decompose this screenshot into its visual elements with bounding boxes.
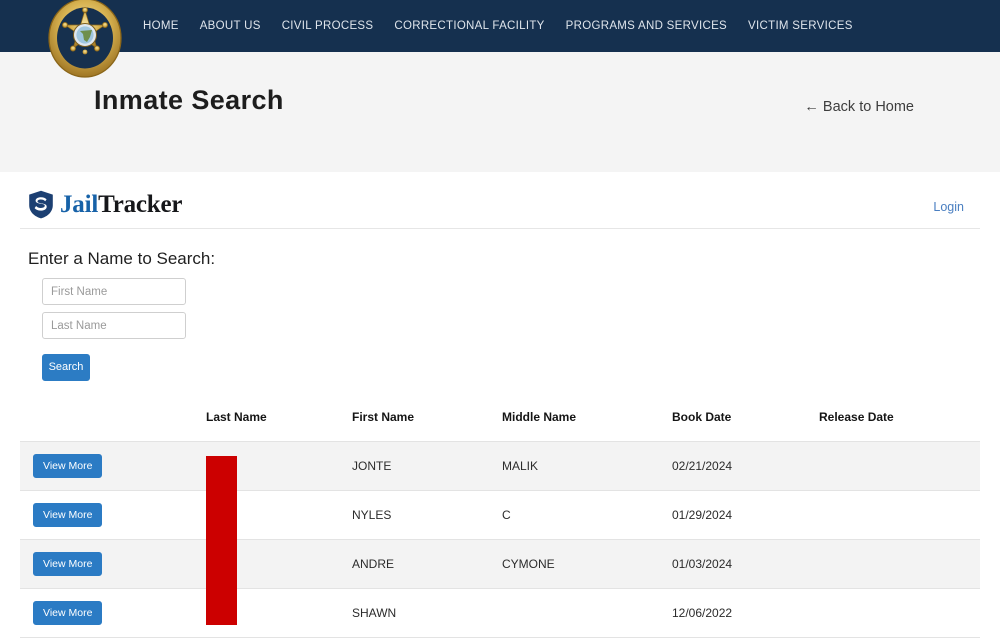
view-more-button[interactable]: View More — [33, 454, 102, 479]
logo-text-tracker: Tracker — [98, 191, 182, 218]
logo-text-jail: Jail — [60, 191, 98, 218]
cell-release-date — [819, 589, 980, 638]
results-table-container: Last Name First Name Middle Name Book Da… — [20, 410, 980, 638]
nav-item-civil-process[interactable]: CIVIL PROCESS — [282, 20, 374, 32]
cell-middle-name: CYMONE — [502, 540, 672, 589]
search-button[interactable]: Search — [42, 354, 90, 381]
first-name-input[interactable] — [42, 278, 186, 305]
jailtracker-header: JailTracker — [0, 172, 1000, 229]
cell-middle-name: C — [502, 491, 672, 540]
view-more-button[interactable]: View More — [33, 601, 102, 626]
main-nav-links: HOME ABOUT US CIVIL PROCESS CORRECTIONAL… — [143, 20, 853, 32]
page-title-band: Inmate Search ← Back to Home — [0, 52, 1000, 172]
table-row: View More SHAWN 12/06/2022 — [20, 589, 980, 638]
shield-icon — [28, 190, 54, 219]
column-header-first-name: First Name — [352, 410, 502, 442]
table-row: View More ANDRE CYMONE 01/03/2024 — [20, 540, 980, 589]
cell-book-date: 02/21/2024 — [672, 442, 819, 491]
back-to-home-link[interactable]: ← Back to Home — [804, 99, 914, 115]
view-more-button[interactable]: View More — [33, 552, 102, 577]
cell-release-date — [819, 442, 980, 491]
jailtracker-logo[interactable]: JailTracker — [28, 190, 182, 219]
cell-first-name: SHAWN — [352, 589, 502, 638]
cell-book-date: 01/29/2024 — [672, 491, 819, 540]
header-divider — [20, 228, 980, 229]
cell-release-date — [819, 491, 980, 540]
table-header-row: Last Name First Name Middle Name Book Da… — [20, 410, 980, 442]
cell-middle-name: MALIK — [502, 442, 672, 491]
page-title: Inmate Search — [94, 85, 284, 116]
cell-book-date: 01/03/2024 — [672, 540, 819, 589]
cell-first-name: NYLES — [352, 491, 502, 540]
view-more-button[interactable]: View More — [33, 503, 102, 528]
nav-item-about-us[interactable]: ABOUT US — [200, 20, 261, 32]
nav-item-home[interactable]: HOME — [143, 20, 179, 32]
last-name-input[interactable] — [42, 312, 186, 339]
nav-item-programs-and-services[interactable]: PROGRAMS AND SERVICES — [566, 20, 727, 32]
top-navigation-bar: HOME ABOUT US CIVIL PROCESS CORRECTIONAL… — [0, 0, 1000, 52]
cell-first-name: JONTE — [352, 442, 502, 491]
inmate-results-table: Last Name First Name Middle Name Book Da… — [20, 410, 980, 638]
column-header-release-date: Release Date — [819, 410, 980, 442]
cell-release-date — [819, 540, 980, 589]
sheriff-badge-icon[interactable] — [47, 0, 123, 78]
table-body: View More JONTE MALIK 02/21/2024 View Mo… — [20, 442, 980, 638]
login-link[interactable]: Login — [933, 200, 964, 214]
column-header-middle-name: Middle Name — [502, 410, 672, 442]
nav-item-victim-services[interactable]: VICTIM SERVICES — [748, 20, 853, 32]
jailtracker-wordmark: JailTracker — [60, 192, 182, 217]
table-row: View More JONTE MALIK 02/21/2024 — [20, 442, 980, 491]
table-row: View More NYLES C 01/29/2024 — [20, 491, 980, 540]
column-header-last-name: Last Name — [206, 410, 352, 442]
row-actions-cell: View More — [20, 540, 206, 589]
row-actions-cell: View More — [20, 589, 206, 638]
nav-item-correctional-facility[interactable]: CORRECTIONAL FACILITY — [394, 20, 544, 32]
column-header-actions — [20, 410, 206, 442]
cell-book-date: 12/06/2022 — [672, 589, 819, 638]
redaction-overlay — [206, 456, 237, 625]
column-header-book-date: Book Date — [672, 410, 819, 442]
cell-middle-name — [502, 589, 672, 638]
row-actions-cell: View More — [20, 442, 206, 491]
row-actions-cell: View More — [20, 491, 206, 540]
search-heading: Enter a Name to Search: — [28, 249, 215, 269]
cell-first-name: ANDRE — [352, 540, 502, 589]
